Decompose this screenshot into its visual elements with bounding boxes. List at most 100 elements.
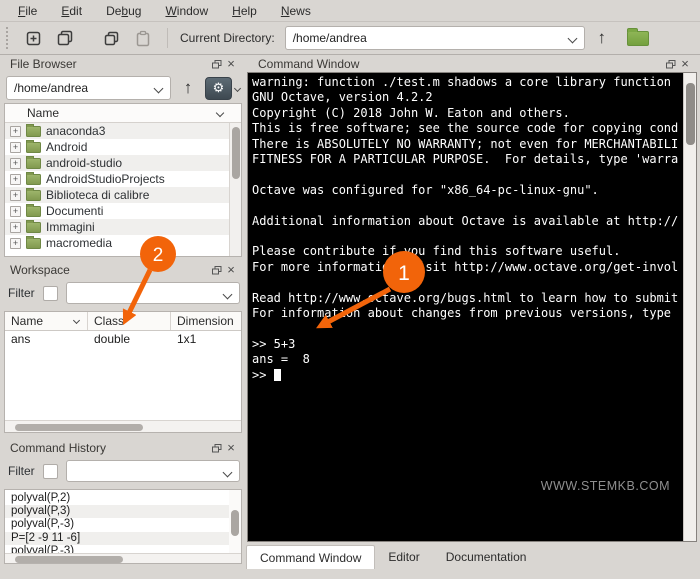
- terminal[interactable]: warning: function ./test.m shadows a cor…: [247, 72, 697, 542]
- file-browser-scrollbar[interactable]: [229, 123, 241, 256]
- file-browser-path-combo[interactable]: /home/andrea: [6, 76, 171, 100]
- terminal-line: warning: function ./test.m shadows a cor…: [252, 75, 682, 90]
- folder-icon: [26, 142, 41, 153]
- expand-icon[interactable]: +: [10, 126, 21, 137]
- expand-icon[interactable]: +: [10, 142, 21, 153]
- history-filter-combo[interactable]: [66, 460, 240, 482]
- scrollbar-thumb[interactable]: [231, 510, 239, 536]
- folder-icon: [26, 190, 41, 201]
- expand-icon[interactable]: +: [10, 190, 21, 201]
- menu-item[interactable]: Edit: [51, 2, 92, 20]
- expand-icon[interactable]: +: [10, 222, 21, 233]
- column-header-name[interactable]: Name: [5, 312, 88, 330]
- chevron-down-icon: [567, 34, 577, 44]
- directory-up-button[interactable]: ↑: [589, 25, 615, 51]
- file-browser-item[interactable]: + Android: [5, 139, 229, 155]
- scrollbar-thumb[interactable]: [15, 556, 123, 563]
- undock-button[interactable]: [210, 441, 224, 455]
- terminal-line: Copyright (C) 2018 John W. Eaton and oth…: [252, 106, 682, 121]
- command-history-list: polyval(P,2) polyval(P,3) polyval(P,-3) …: [5, 492, 229, 553]
- history-item[interactable]: polyval(P,-3): [5, 518, 229, 531]
- column-header-dimension[interactable]: Dimension: [171, 312, 241, 330]
- undock-button[interactable]: [210, 263, 224, 277]
- history-scrollbar[interactable]: [229, 490, 241, 553]
- scrollbar-thumb[interactable]: [686, 83, 695, 145]
- close-icon: ×: [227, 442, 235, 454]
- menu-item[interactable]: Help: [222, 2, 267, 20]
- menu-item[interactable]: Window: [155, 2, 218, 20]
- terminal-line: Octave was configured for "x86_64-pc-lin…: [252, 183, 682, 198]
- command-history-panel: Command History × Filter polyval(P,2) po…: [2, 439, 244, 566]
- file-browser-actions-button[interactable]: ⚙: [205, 77, 232, 100]
- open-file-button[interactable]: [51, 25, 79, 51]
- menu-item[interactable]: News: [271, 2, 321, 20]
- terminal-line: Read http://www.octave.org/bugs.html to …: [252, 291, 682, 306]
- workspace-row[interactable]: ans double 1x1: [5, 331, 241, 347]
- folder-name: Android: [46, 140, 87, 154]
- undock-icon: [666, 60, 676, 69]
- undock-button[interactable]: [210, 57, 224, 71]
- copy-icon: [103, 30, 120, 47]
- close-panel-button[interactable]: ×: [678, 57, 692, 71]
- browse-directories-button[interactable]: [627, 31, 649, 46]
- file-browser-name-header[interactable]: Name: [5, 104, 241, 123]
- workspace-hscrollbar[interactable]: [5, 420, 241, 432]
- file-browser-item[interactable]: + anaconda3: [5, 123, 229, 139]
- chevron-down-icon: [154, 84, 164, 94]
- bottom-tabs: Command Window Editor Documentation: [246, 545, 698, 569]
- toolbar-drag-handle[interactable]: [6, 27, 11, 49]
- undock-button[interactable]: [664, 57, 678, 71]
- menu-item[interactable]: File: [8, 2, 47, 20]
- undock-icon: [212, 444, 222, 453]
- file-browser-item[interactable]: + AndroidStudioProjects: [5, 171, 229, 187]
- close-panel-button[interactable]: ×: [224, 57, 238, 71]
- folder-icon: [26, 206, 41, 217]
- gear-icon: ⚙: [213, 80, 225, 96]
- undock-icon: [212, 60, 222, 69]
- file-browser-panel: File Browser × /home/andrea ↑ ⚙ Name: [2, 55, 244, 259]
- terminal-output: warning: function ./test.m shadows a cor…: [252, 75, 682, 541]
- tab-editor[interactable]: Editor: [375, 545, 432, 569]
- filter-checkbox[interactable]: [43, 464, 58, 479]
- tab-documentation[interactable]: Documentation: [433, 545, 540, 569]
- tab-command-window[interactable]: Command Window: [246, 545, 375, 569]
- close-panel-button[interactable]: ×: [224, 263, 238, 277]
- sort-chevron-icon: [216, 109, 224, 117]
- up-arrow-icon: ↑: [597, 28, 606, 48]
- current-directory-combo[interactable]: /home/andrea: [285, 26, 585, 50]
- paste-button[interactable]: [129, 25, 157, 51]
- expand-icon[interactable]: +: [10, 206, 21, 217]
- scrollbar-thumb[interactable]: [232, 127, 240, 179]
- file-browser-item[interactable]: + Documenti: [5, 203, 229, 219]
- file-browser-item[interactable]: + macromedia: [5, 235, 229, 251]
- history-item[interactable]: polyval(P,3): [5, 505, 229, 518]
- new-script-icon: [25, 30, 42, 47]
- file-browser-up-button[interactable]: ↑: [177, 75, 199, 101]
- history-hscrollbar[interactable]: [5, 553, 241, 563]
- expand-icon[interactable]: +: [10, 174, 21, 185]
- column-header-class[interactable]: Class: [88, 312, 171, 330]
- octave-gui-window: File Edit Debug Window Help News Current…: [0, 0, 700, 579]
- expand-icon[interactable]: +: [10, 158, 21, 169]
- expand-icon[interactable]: +: [10, 238, 21, 249]
- filter-checkbox[interactable]: [43, 286, 58, 301]
- variable-class: double: [88, 331, 171, 347]
- close-panel-button[interactable]: ×: [224, 441, 238, 455]
- folder-name: macromedia: [46, 236, 112, 250]
- history-item[interactable]: P=[2 -9 11 -6]: [5, 532, 229, 545]
- chevron-down-icon: [234, 84, 241, 91]
- folder-name: Immagini: [46, 220, 95, 234]
- file-browser-item[interactable]: + android-studio: [5, 155, 229, 171]
- new-script-button[interactable]: [19, 25, 47, 51]
- command-window-panel: Command Window × warning: function ./tes…: [246, 55, 698, 569]
- menu-item[interactable]: Debug: [96, 2, 151, 20]
- scrollbar-thumb[interactable]: [15, 424, 143, 431]
- copy-button[interactable]: [97, 25, 125, 51]
- terminal-scrollbar[interactable]: [683, 73, 696, 541]
- folder-name: anaconda3: [46, 124, 105, 138]
- file-browser-item[interactable]: + Biblioteca di calibre: [5, 187, 229, 203]
- terminal-line: [252, 198, 682, 213]
- workspace-filter-combo[interactable]: [66, 282, 240, 304]
- history-item[interactable]: polyval(P,2): [5, 492, 229, 505]
- file-browser-item[interactable]: + Immagini: [5, 219, 229, 235]
